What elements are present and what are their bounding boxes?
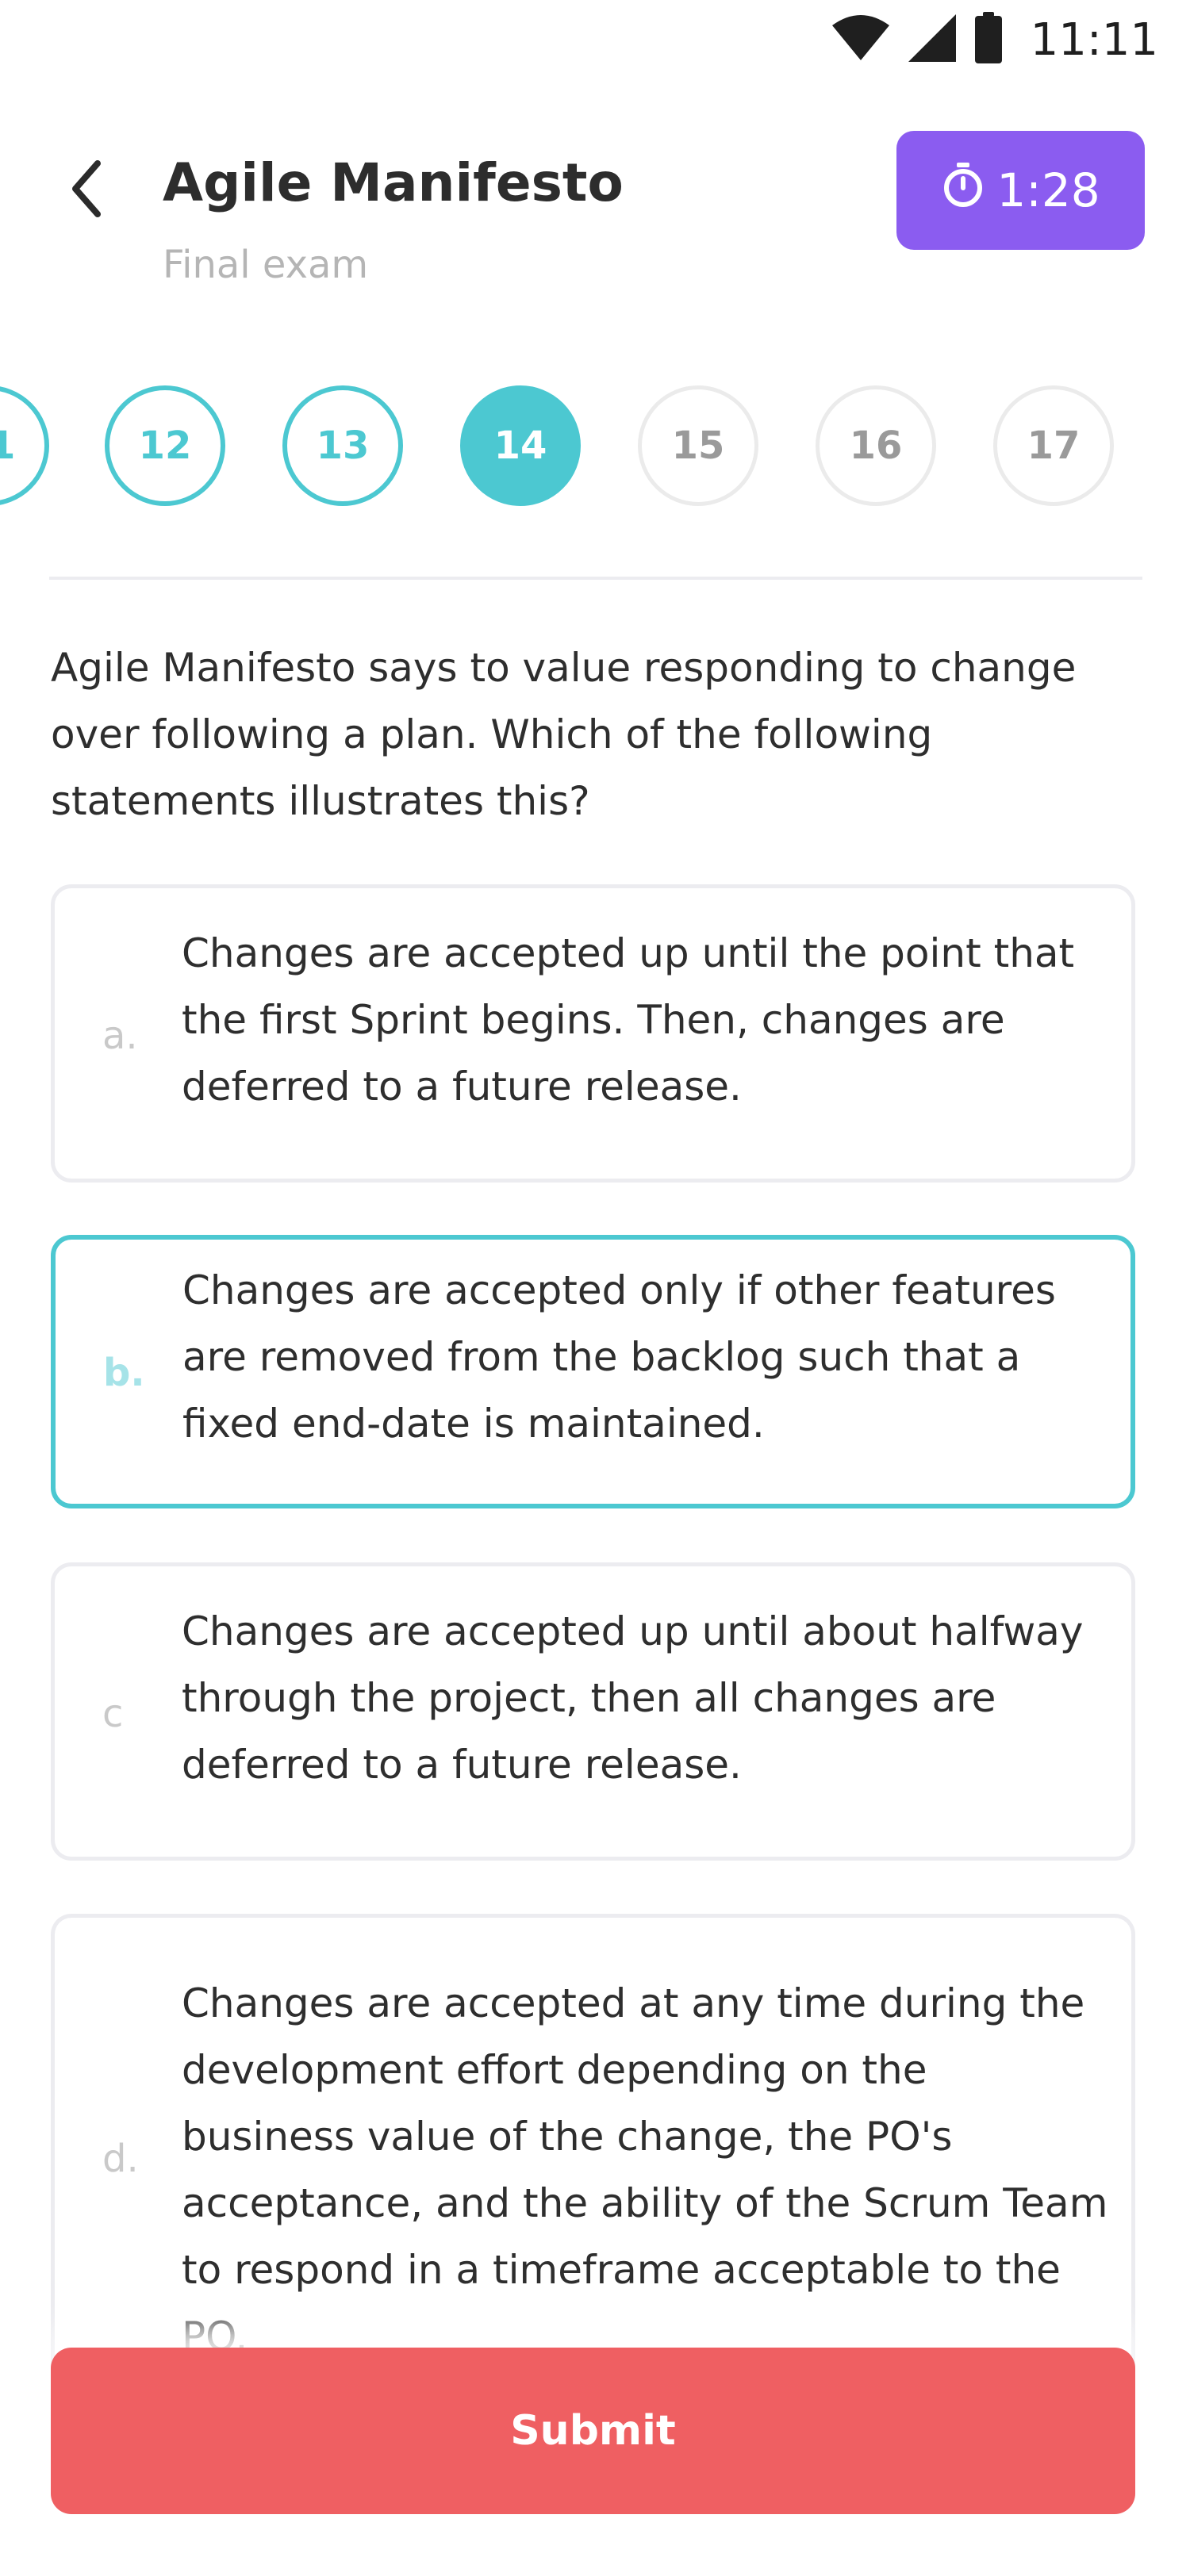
option-text: Changes are accepted up until about half… [182,1608,1084,1788]
answer-option-b[interactable]: b. Changes are accepted only if other fe… [51,1235,1135,1508]
stopwatch-icon [941,161,985,220]
answer-option-c[interactable]: c Changes are accepted up until about ha… [51,1562,1135,1861]
page-title: Agile Manifesto [163,152,624,213]
question-number-11[interactable]: 11 [0,385,49,506]
option-text: Changes are accepted only if other featu… [182,1267,1056,1447]
chevron-left-icon [67,157,107,224]
question-number-13[interactable]: 13 [282,385,403,506]
wifi-icon [831,14,891,66]
option-letter: b. [103,1351,145,1395]
question-number-17[interactable]: 17 [993,385,1114,506]
answer-option-d[interactable]: d. Changes are accepted at any time duri… [51,1914,1135,2390]
option-text: Changes are accepted at any time during … [182,1980,1108,2359]
battery-icon [973,11,1004,68]
timer-badge: 1:28 [896,131,1145,250]
submit-button[interactable]: Submit [51,2348,1135,2514]
question-number-16[interactable]: 16 [816,385,936,506]
question-text: Agile Manifesto says to value responding… [51,645,1077,824]
question-number-14[interactable]: 14 [460,385,581,506]
question-number-15[interactable]: 15 [638,385,758,506]
option-letter: c [102,1692,124,1736]
signal-icon [907,13,958,67]
divider [49,577,1142,580]
question-navigator: 11 12 13 14 15 16 17 [0,381,1190,516]
status-bar: 11:11 [0,0,1190,79]
option-letter: a. [102,1014,138,1058]
answer-option-a[interactable]: a. Changes are accepted up until the poi… [51,884,1135,1183]
question-number-12[interactable]: 12 [105,385,225,506]
status-icons: 11:11 [831,11,1158,68]
option-letter: d. [102,2137,139,2181]
status-time: 11:11 [1030,13,1158,66]
option-text: Changes are accepted up until the point … [182,930,1075,1110]
back-button[interactable] [56,151,119,230]
page-subtitle: Final exam [163,243,369,287]
timer-value: 1:28 [996,163,1100,217]
